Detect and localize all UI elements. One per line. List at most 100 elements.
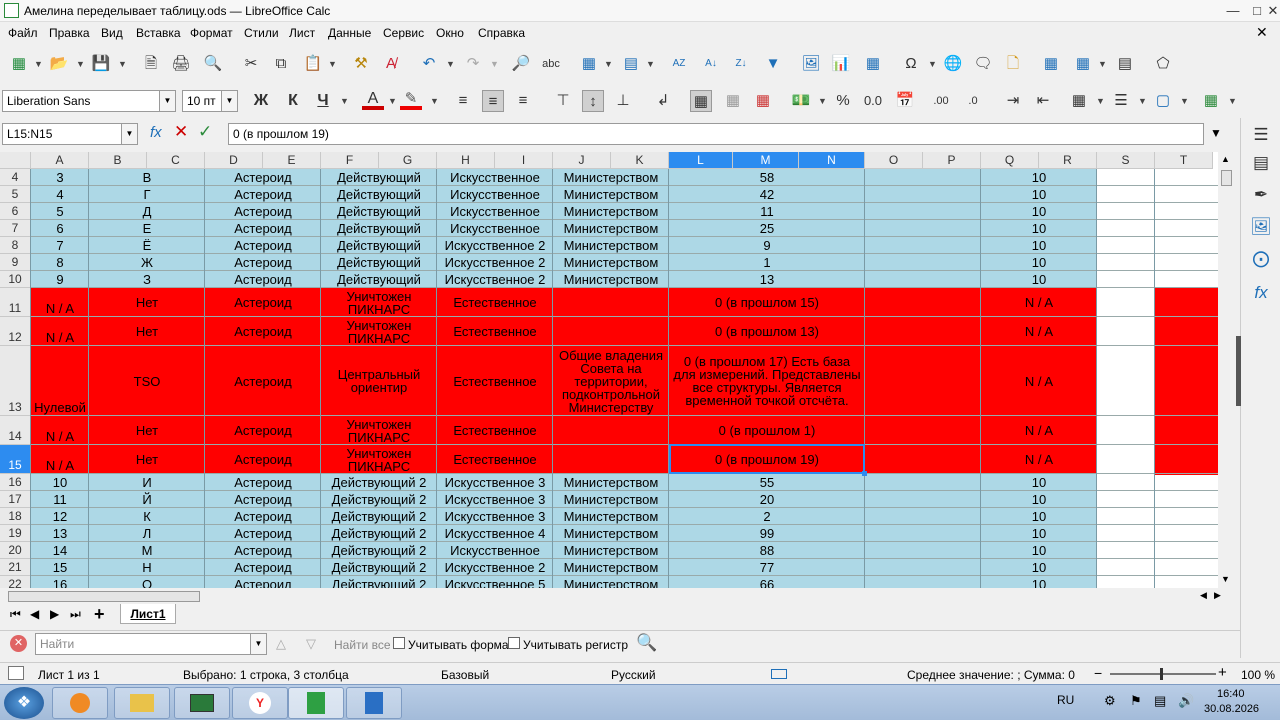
column-header[interactable]: N xyxy=(799,152,865,169)
column-header[interactable]: I xyxy=(495,152,553,169)
clone-formatting-icon[interactable]: ⚒ xyxy=(350,53,372,75)
table-cell[interactable]: Астероид xyxy=(205,317,321,346)
chevron-down-icon[interactable]: ▼ xyxy=(159,91,175,111)
table-cell[interactable]: 0 (в прошлом 19) xyxy=(669,445,865,474)
table-cell[interactable]: Министерством xyxy=(553,254,669,271)
name-box[interactable]: L15:N15 ▼ xyxy=(2,123,138,145)
table-cell[interactable]: Искусственное 3 xyxy=(437,491,553,508)
find-previous-icon[interactable]: △ xyxy=(276,636,286,652)
table-cell[interactable]: Нулевой xyxy=(31,346,89,416)
table-cell[interactable]: N / A xyxy=(31,416,89,445)
table-cell[interactable]: Естественное xyxy=(437,288,553,317)
scroll-down-icon[interactable]: ▼ xyxy=(1221,574,1230,584)
table-cell[interactable]: 10 xyxy=(981,474,1097,491)
table-cell[interactable]: Действующий xyxy=(321,186,437,203)
table-cell[interactable]: 10 xyxy=(981,186,1097,203)
table-cell[interactable]: Министерством xyxy=(553,576,669,588)
formula-input[interactable]: 0 (в прошлом 19) xyxy=(228,123,1204,145)
highlight-color-icon[interactable]: ✎ xyxy=(400,88,422,110)
table-cell[interactable]: Министерством xyxy=(553,169,669,186)
table-cell[interactable]: 1 xyxy=(669,254,865,271)
zoom-out-icon[interactable]: − xyxy=(1094,665,1102,681)
table-cell[interactable]: Искусственное 2 xyxy=(437,271,553,288)
column-header[interactable]: J xyxy=(553,152,611,169)
table-cell[interactable]: 12 xyxy=(31,508,89,525)
decrease-indent-icon[interactable]: ⇤ xyxy=(1032,90,1054,112)
row-header[interactable]: 8 xyxy=(0,237,31,254)
row-header[interactable]: 6 xyxy=(0,203,31,220)
table-cell[interactable]: Л xyxy=(89,525,205,542)
table-cell[interactable]: Искусственное 2 xyxy=(437,237,553,254)
table-cell[interactable]: 0 (в прошлом 15) xyxy=(669,288,865,317)
insert-chart-icon[interactable]: 📊 xyxy=(830,53,852,75)
clock-date[interactable]: 30.08.2026 xyxy=(1204,703,1259,715)
add-sheet-icon[interactable]: + xyxy=(94,604,105,625)
table-cell[interactable]: 10 xyxy=(981,576,1097,588)
volume-icon[interactable]: 🔊 xyxy=(1178,693,1194,709)
table-cell[interactable]: Искусственное xyxy=(437,542,553,559)
align-center-icon[interactable]: ≡ xyxy=(482,90,504,112)
table-cell[interactable]: Астероид xyxy=(205,474,321,491)
function-wizard-icon[interactable]: fx xyxy=(150,124,162,141)
fill-handle[interactable] xyxy=(862,471,867,476)
table-cell[interactable]: Действующий xyxy=(321,220,437,237)
table-cell[interactable]: 2 xyxy=(669,508,865,525)
border-color-icon[interactable]: ▢ xyxy=(1152,90,1174,112)
table-cell[interactable]: К xyxy=(89,508,205,525)
table-cell[interactable]: Искусственное 2 xyxy=(437,254,553,271)
align-right-icon[interactable]: ≡ xyxy=(512,90,534,112)
new-icon[interactable]: ▦ xyxy=(8,53,30,75)
font-size-combo[interactable]: 10 пт ▼ xyxy=(182,90,238,112)
sort-descending-icon[interactable]: Z↓ xyxy=(730,53,752,75)
table-cell[interactable]: 10 xyxy=(981,271,1097,288)
table-cell[interactable]: Министерством xyxy=(553,237,669,254)
wrap-text-icon[interactable]: ↲ xyxy=(652,90,674,112)
column-header[interactable]: O xyxy=(865,152,923,169)
menu-data[interactable]: Данные xyxy=(328,26,371,40)
table-cell[interactable]: 9 xyxy=(669,237,865,254)
table-cell[interactable]: Астероид xyxy=(205,288,321,317)
start-button[interactable]: ❖ xyxy=(4,687,44,719)
find-replace-icon[interactable]: 🔎 xyxy=(510,53,532,75)
network-icon[interactable]: ▤ xyxy=(1154,693,1166,709)
export-pdf-icon[interactable]: 🗎 xyxy=(140,53,162,75)
table-cell[interactable]: 10 xyxy=(981,508,1097,525)
conditional-format-icon[interactable]: ▦ xyxy=(1200,90,1222,112)
language[interactable]: Русский xyxy=(611,668,656,682)
minimize-button[interactable]: — xyxy=(1220,1,1246,21)
table-cell[interactable]: Естественное xyxy=(437,346,553,416)
table-cell[interactable]: 11 xyxy=(31,491,89,508)
table-cell[interactable]: Министерством xyxy=(553,491,669,508)
table-cell[interactable]: Астероид xyxy=(205,445,321,474)
table-cell[interactable]: N / A xyxy=(981,288,1097,317)
accept-icon[interactable]: ✓ xyxy=(198,122,212,142)
table-cell[interactable]: 9 xyxy=(31,271,89,288)
spelling-icon[interactable]: abc xyxy=(540,53,562,75)
vertical-scrollbar[interactable]: ▲ ▼ xyxy=(1218,152,1236,588)
comment-icon[interactable]: 🗨 xyxy=(972,53,994,75)
table-cell[interactable]: Нет xyxy=(89,288,205,317)
table-cell[interactable]: Астероид xyxy=(205,559,321,576)
first-sheet-icon[interactable]: ⏮ xyxy=(10,607,21,622)
underline-button[interactable]: Ч xyxy=(312,90,334,112)
table-cell[interactable]: Министерством xyxy=(553,559,669,576)
border-style-icon[interactable]: ☰ xyxy=(1110,90,1132,112)
table-cell[interactable]: 88 xyxy=(669,542,865,559)
zoom-level[interactable]: 100 % xyxy=(1241,668,1275,682)
header-footer-icon[interactable]: 🗋 xyxy=(1002,53,1024,75)
align-bottom-icon[interactable]: ⊥ xyxy=(612,90,634,112)
table-cell[interactable]: Г xyxy=(89,186,205,203)
font-name-combo[interactable]: Liberation Sans ▼ xyxy=(2,90,176,112)
row-header[interactable]: 21 xyxy=(0,559,31,576)
table-cell[interactable]: Астероид xyxy=(205,169,321,186)
chevron-down-icon[interactable]: ▼ xyxy=(121,124,137,144)
table-cell[interactable]: Й xyxy=(89,491,205,508)
table-cell[interactable]: 66 xyxy=(669,576,865,588)
row-icon[interactable]: ▦ xyxy=(578,53,600,75)
table-cell[interactable]: Искусственное xyxy=(437,169,553,186)
paste-icon[interactable]: 📋 xyxy=(302,53,324,75)
column-header[interactable]: Q xyxy=(981,152,1039,169)
undo-dropdown-icon[interactable]: ▼ xyxy=(446,59,455,69)
paste-dropdown-icon[interactable]: ▼ xyxy=(328,59,337,69)
table-cell[interactable]: М xyxy=(89,542,205,559)
